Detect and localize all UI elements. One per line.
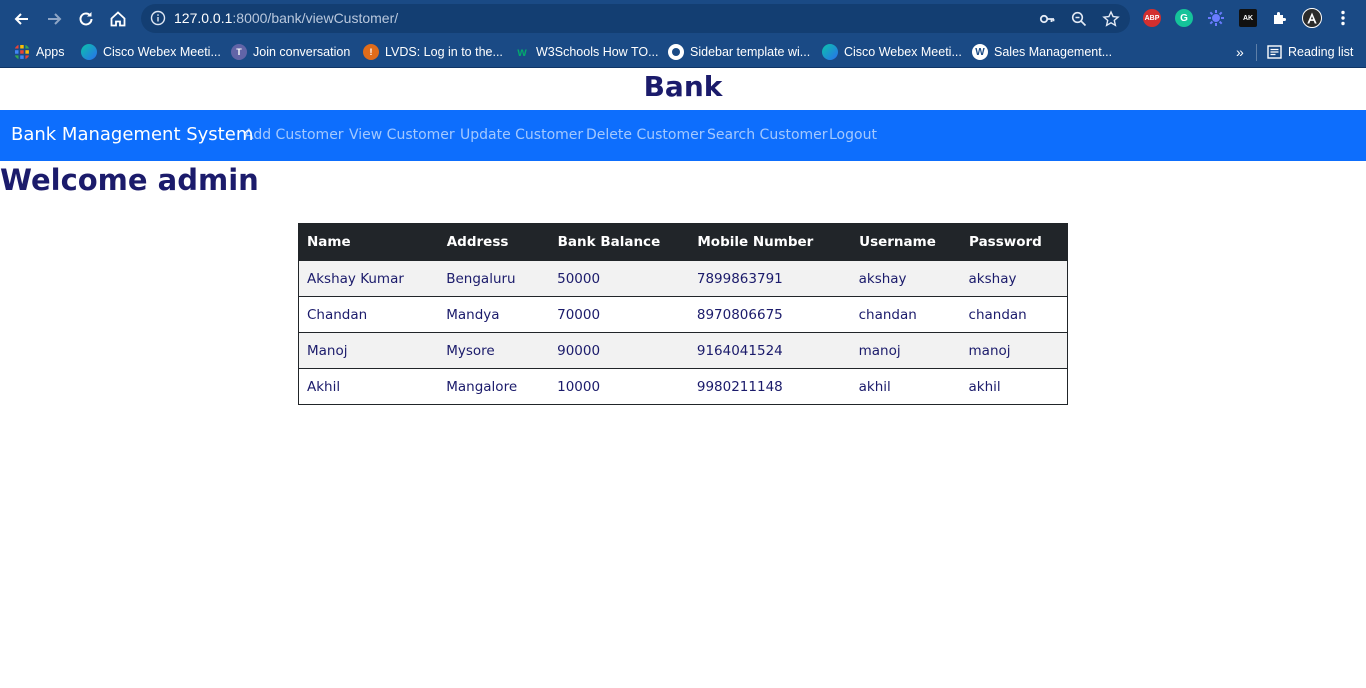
reading-list-label: Reading list: [1288, 45, 1354, 59]
cell-name: Manoj: [298, 332, 439, 369]
column-header-password: Password: [960, 223, 1068, 261]
lvds-icon: !: [363, 44, 379, 60]
github-icon: [668, 44, 684, 60]
cell-password: akhil: [960, 368, 1068, 405]
bookmarks-bar: Apps Cisco Webex Meeti... T Join convers…: [0, 37, 1366, 68]
table-row: Akhil Mangalore 10000 9980211148 akhil a…: [298, 368, 1068, 405]
nav-view-customer[interactable]: View Customer: [349, 127, 455, 143]
bookmark-label: Sidebar template wi...: [690, 45, 811, 59]
cell-bank-balance: 10000: [549, 368, 689, 405]
nav-update-customer[interactable]: Update Customer: [460, 127, 583, 143]
bookmark-webex-2[interactable]: Cisco Webex Meeti...: [822, 43, 962, 61]
back-icon[interactable]: [10, 7, 34, 31]
cell-mobile-number: 9164041524: [688, 332, 851, 369]
bookmark-label: Cisco Webex Meeti...: [103, 45, 221, 59]
bookmark-sales-management[interactable]: W Sales Management...: [972, 43, 1112, 61]
bookmark-join-conversation[interactable]: T Join conversation: [231, 43, 350, 61]
bookmark-w3schools[interactable]: w W3Schools How TO...: [514, 43, 659, 61]
reading-list-icon: [1267, 45, 1282, 59]
bookmark-lvds[interactable]: ! LVDS: Log in to the...: [363, 43, 503, 61]
cell-username: manoj: [850, 332, 961, 369]
address-bar[interactable]: 127.0.0.1:8000/bank/viewCustomer/: [141, 4, 1130, 33]
cell-address: Mandya: [438, 296, 550, 333]
bookmark-label: Cisco Webex Meeti...: [844, 45, 962, 59]
adblock-plus-icon[interactable]: ABP: [1143, 9, 1161, 27]
bookmark-label: Sales Management...: [994, 45, 1113, 59]
bookmark-sidebar-template[interactable]: Sidebar template wi...: [668, 43, 810, 61]
cell-name: Akshay Kumar: [298, 260, 439, 297]
cell-password: akshay: [960, 260, 1068, 297]
column-header-username: Username: [850, 223, 962, 261]
nav-logout[interactable]: Logout: [829, 127, 877, 143]
bookmark-label: LVDS: Log in to the...: [385, 45, 503, 59]
wordpress-icon: W: [972, 44, 988, 60]
column-header-address: Address: [437, 223, 550, 261]
cell-mobile-number: 9980211148: [688, 368, 851, 405]
key-icon[interactable]: [1038, 10, 1056, 28]
bookmark-apps[interactable]: Apps: [14, 43, 65, 61]
cell-bank-balance: 50000: [549, 260, 689, 297]
site-info-icon[interactable]: [150, 10, 166, 26]
cell-username: akshay: [850, 260, 961, 297]
reload-icon[interactable]: [74, 7, 98, 31]
column-header-name: Name: [298, 223, 439, 261]
bookmark-star-icon[interactable]: [1102, 10, 1120, 28]
ak-extension-icon[interactable]: AK: [1239, 9, 1257, 27]
table-header-row: Name Address Bank Balance Mobile Number …: [298, 223, 1068, 261]
bookmark-label: Apps: [36, 45, 65, 59]
customer-table: Name Address Bank Balance Mobile Number …: [298, 223, 1068, 405]
cell-mobile-number: 8970806675: [688, 296, 851, 333]
column-header-bank-balance: Bank Balance: [548, 223, 690, 261]
cell-bank-balance: 90000: [549, 332, 689, 369]
home-icon[interactable]: [106, 7, 130, 31]
cell-address: Mangalore: [438, 368, 550, 405]
webex-icon: [81, 44, 97, 60]
cell-address: Bengaluru: [438, 260, 550, 297]
main-navbar: Bank Management System Add Customer View…: [0, 110, 1366, 161]
profile-avatar-icon[interactable]: [1302, 8, 1322, 28]
welcome-heading: Welcome admin: [0, 163, 259, 197]
nav-search-customer[interactable]: Search Customer: [707, 127, 828, 143]
page-title: Bank: [643, 70, 723, 103]
cell-username: akhil: [850, 368, 961, 405]
cell-password: chandan: [960, 296, 1068, 333]
nav-delete-customer[interactable]: Delete Customer: [586, 127, 704, 143]
bookmark-label: W3Schools How TO...: [536, 45, 659, 59]
bookmark-webex-1[interactable]: Cisco Webex Meeti...: [81, 43, 221, 61]
menu-kebab-icon[interactable]: [1334, 9, 1352, 27]
nav-add-customer[interactable]: Add Customer: [244, 127, 344, 143]
column-header-mobile-number: Mobile Number: [688, 223, 852, 261]
url-text[interactable]: 127.0.0.1:8000/bank/viewCustomer/: [174, 10, 398, 26]
cell-name: Chandan: [298, 296, 439, 333]
webex-icon: [822, 44, 838, 60]
bookmarks-divider: [1256, 44, 1257, 61]
cell-username: chandan: [850, 296, 961, 333]
zoom-icon[interactable]: [1070, 10, 1088, 28]
cell-address: Mysore: [438, 332, 550, 369]
apps-grid-icon: [15, 45, 29, 59]
table-row: Chandan Mandya 70000 8970806675 chandan …: [298, 296, 1068, 333]
gear-extension-icon[interactable]: [1207, 9, 1225, 27]
cell-mobile-number: 7899863791: [688, 260, 851, 297]
cell-bank-balance: 70000: [549, 296, 689, 333]
reading-list-button[interactable]: Reading list: [1267, 43, 1353, 61]
cell-password: manoj: [960, 332, 1068, 369]
w3schools-icon: w: [517, 45, 527, 59]
bookmark-label: Join conversation: [253, 45, 351, 59]
forward-icon[interactable]: [42, 7, 66, 31]
teams-icon: T: [231, 44, 247, 60]
extensions-puzzle-icon[interactable]: [1271, 9, 1289, 27]
table-row: Akshay Kumar Bengaluru 50000 7899863791 …: [298, 260, 1068, 297]
browser-toolbar: 127.0.0.1:8000/bank/viewCustomer/ ABP G …: [0, 0, 1366, 37]
table-row: Manoj Mysore 90000 9164041524 manoj mano…: [298, 332, 1068, 369]
bookmarks-overflow-button[interactable]: »: [1236, 43, 1244, 61]
cell-name: Akhil: [298, 368, 439, 405]
grammarly-icon[interactable]: G: [1175, 9, 1193, 27]
navbar-brand[interactable]: Bank Management System: [11, 124, 253, 145]
